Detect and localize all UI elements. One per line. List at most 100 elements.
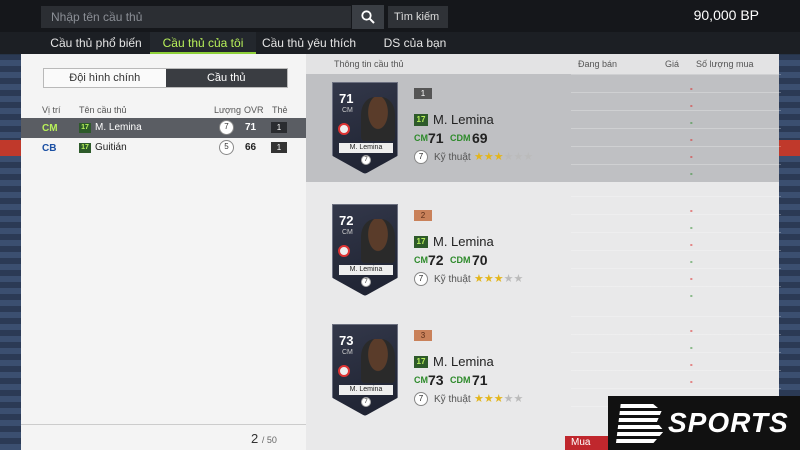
star-icon: ★: [503, 151, 514, 163]
card-rank-badge: 3: [414, 330, 432, 341]
star-icon: ★: [493, 393, 504, 405]
price-dash: -: [690, 84, 693, 93]
player-card[interactable]: 71 CM M. Lemina 7: [332, 82, 398, 174]
primary-position: CM: [414, 133, 428, 143]
price-dash: -: [690, 135, 693, 144]
star-icon: ★: [503, 393, 514, 405]
primary-position: CM: [414, 375, 428, 385]
list-footer: 2 / 50: [21, 424, 306, 450]
card-player-name: M. Lemina: [339, 385, 393, 395]
header-card: Thẻ: [272, 105, 288, 115]
player-ovr: 71: [245, 122, 257, 133]
player-row[interactable]: CM 17 M. Lemina 7 71 1: [21, 118, 306, 138]
player-card[interactable]: 73 CM M. Lemina 7: [332, 324, 398, 416]
pager-total: / 50: [261, 435, 277, 445]
primary-rating: 73: [428, 372, 444, 388]
star-icon: ★: [513, 151, 524, 163]
skill-stars: ★★★★★: [474, 272, 523, 285]
skill-seal: 7: [414, 272, 428, 286]
secondary-rating: 71: [472, 372, 488, 388]
player-name: M. Lemina: [95, 122, 142, 133]
search-filter-dropdown[interactable]: Tìm kiếm ⌄: [388, 6, 448, 45]
header-position: Vị trí: [42, 105, 61, 115]
player-name: M. Lemina: [433, 234, 494, 249]
tab-your-list[interactable]: DS của bạn: [370, 32, 460, 54]
star-icon: ★: [493, 151, 504, 163]
player-card[interactable]: 72 CM M. Lemina 7: [332, 204, 398, 296]
quantity-seal: 5: [219, 140, 234, 155]
card-ovr: 73: [339, 333, 354, 348]
secondary-position: CDM: [450, 375, 471, 385]
price-dash: -: [690, 343, 693, 352]
card-player-name: M. Lemina: [339, 143, 393, 153]
star-icon: ★: [474, 393, 484, 405]
card-rank-badge: 1: [414, 88, 432, 99]
skill-stars: ★★★★★: [474, 392, 523, 405]
skill-seal: 7: [414, 392, 428, 406]
search-button[interactable]: [352, 5, 384, 29]
player-portrait: [361, 339, 395, 383]
season-badge: 17: [414, 236, 428, 248]
price-dash: -: [690, 223, 693, 232]
price-dash: -: [690, 152, 693, 161]
b-logo-mark: [616, 403, 664, 443]
squad-toggle: Đội hình chính Cầu thủ: [43, 68, 288, 88]
club-crest-icon: [338, 365, 350, 377]
header-price: Giá: [665, 59, 680, 69]
price-dash: -: [690, 240, 693, 249]
market-header: Thông tin cầu thủ Đang bán Giá Số lượng …: [306, 54, 779, 74]
pager: 2 / 50: [251, 431, 277, 446]
tab-favorite-players[interactable]: Cầu thủ yêu thích: [259, 32, 359, 54]
card-position: CM: [342, 349, 353, 356]
tab-my-players[interactable]: Cầu thủ của tôi: [150, 32, 256, 54]
price-dash: -: [690, 206, 693, 215]
card-level: 1: [271, 122, 287, 133]
card-position: CM: [342, 107, 353, 114]
player-position: CB: [42, 143, 57, 154]
header-player-name: Tên cầu thủ: [79, 105, 127, 115]
price-dash: -: [690, 274, 693, 283]
player-name: Guitián: [95, 142, 127, 153]
card-rank-badge: 2: [414, 210, 432, 221]
player-name: M. Lemina: [433, 112, 494, 127]
card-player-name: M. Lemina: [339, 265, 393, 275]
tab-popular-players[interactable]: Cầu thủ phổ biến: [45, 32, 147, 54]
star-icon: ★: [503, 273, 514, 285]
star-icon: ★: [474, 151, 484, 163]
segment-main-squad[interactable]: Đội hình chính: [44, 69, 166, 87]
card-level: 1: [271, 142, 287, 153]
secondary-position: CDM: [450, 133, 471, 143]
header-player-info: Thông tin cầu thủ: [334, 59, 404, 69]
market-panel: Thông tin cầu thủ Đang bán Giá Số lượng …: [306, 54, 781, 450]
segment-players[interactable]: Cầu thủ: [165, 69, 287, 87]
search-input[interactable]: Nhập tên cầu thủ: [41, 6, 351, 28]
player-position: CM: [42, 123, 58, 134]
price-column: [571, 196, 781, 304]
market-card-row[interactable]: 72 CM M. Lemina 7 2 17 M. Lemina CM 72 CDM 70 7 Kỹ t…: [306, 196, 781, 304]
player-ovr: 66: [245, 142, 257, 153]
star-icon: ★: [474, 273, 484, 285]
star-icon: ★: [513, 393, 524, 405]
club-crest-icon: [338, 123, 350, 135]
star-icon: ★: [483, 151, 494, 163]
star-icon: ★: [523, 151, 534, 163]
secondary-rating: 69: [472, 130, 488, 146]
card-ovr: 71: [339, 91, 354, 106]
player-portrait: [361, 219, 395, 263]
tab-bar: Cầu thủ phổ biến Cầu thủ của tôi Cầu thủ…: [0, 32, 800, 54]
season-badge: 17: [414, 114, 428, 126]
my-player-list-panel: Đội hình chính Cầu thủ Vị trí Tên cầu th…: [21, 54, 306, 450]
bp-balance: 90,000 BP: [693, 7, 759, 23]
price-dash: -: [690, 118, 693, 127]
star-icon: ★: [483, 393, 494, 405]
secondary-rating: 70: [472, 252, 488, 268]
player-row[interactable]: CB 17 Guitián 5 66 1: [21, 138, 306, 158]
market-card-row[interactable]: 71 CM M. Lemina 7 1 17 M. Lemina CM 71 CDM 69 7 Kỹ t…: [306, 74, 781, 182]
price-dash: -: [690, 257, 693, 266]
season-badge: 17: [414, 356, 428, 368]
card-ovr: 72: [339, 213, 354, 228]
header-quantity: Lượng: [214, 105, 241, 115]
quantity-seal: 7: [219, 120, 234, 135]
list-header: Vị trí Tên cầu thủ Lượng OVR Thẻ: [21, 102, 306, 118]
filter-label: Tìm kiếm: [394, 11, 440, 23]
